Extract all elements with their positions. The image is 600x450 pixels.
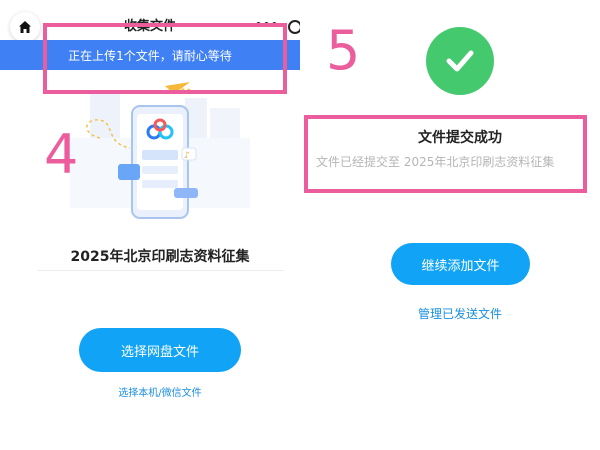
check-icon: [446, 50, 474, 72]
upload-illustration: ♪: [70, 78, 250, 228]
collection-title: 2025年北京印刷志资料征集: [70, 249, 250, 265]
manage-sent-files-link[interactable]: 管理已发送文件: [360, 305, 560, 322]
annotation-box-success-message: [304, 115, 587, 193]
annotation-box-upload-banner: [43, 23, 287, 94]
continue-add-files-button[interactable]: 继续添加文件: [391, 243, 530, 285]
annotation-step-number: 5: [326, 19, 361, 82]
close-miniprogram-button[interactable]: [288, 20, 300, 34]
select-cloud-file-button[interactable]: 选择网盘文件: [79, 328, 241, 372]
success-badge: [426, 27, 494, 95]
svg-text:♪: ♪: [184, 151, 190, 161]
divider: [38, 270, 284, 271]
annotation-step-number: 4: [44, 123, 79, 186]
select-local-file-link[interactable]: 选择本机/微信文件: [60, 384, 260, 399]
